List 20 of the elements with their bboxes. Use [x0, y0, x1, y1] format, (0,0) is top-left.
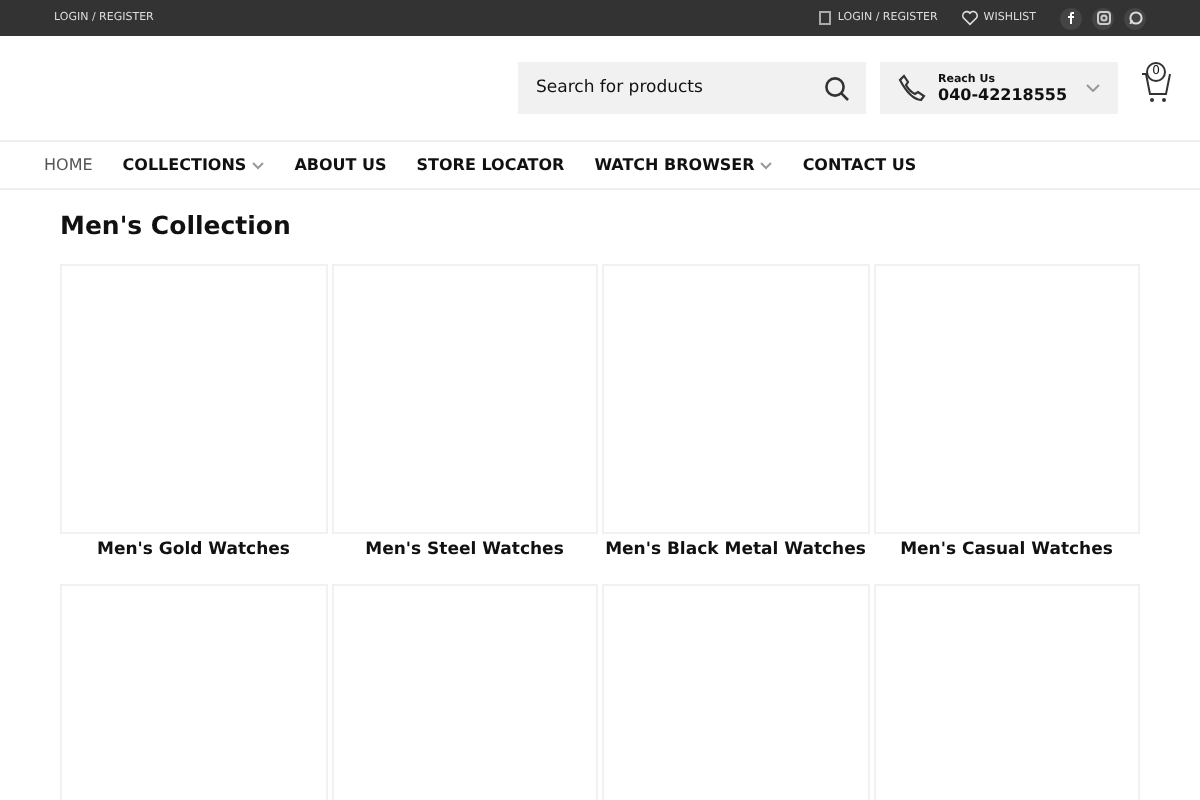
product-name[interactable]: Men's Steel Watches	[365, 540, 564, 560]
facebook-icon[interactable]	[1060, 7, 1082, 29]
page-title: Men's Collection	[60, 210, 293, 240]
heart-icon	[961, 10, 978, 26]
search-icon[interactable]	[824, 76, 850, 102]
nav-item[interactable]: HOME	[44, 156, 93, 174]
product-name[interactable]: Men's Casual Watches	[900, 540, 1113, 560]
nav-item[interactable]: ABOUT US	[294, 156, 387, 174]
instagram-icon[interactable]	[1092, 7, 1114, 29]
nav-item[interactable]: COLLECTIONS	[122, 156, 265, 174]
product-name[interactable]: Men's Black Metal Watches	[605, 540, 866, 560]
nav-item[interactable]: WATCH BROWSER	[594, 156, 773, 174]
whatsapp-icon[interactable]	[1124, 7, 1146, 29]
nav-item[interactable]: CONTACT US	[802, 156, 917, 174]
nav-item[interactable]: STORE LOCATOR	[416, 156, 565, 174]
phone-icon	[898, 74, 926, 102]
phone-number: 040-42218555	[938, 85, 1070, 103]
search-field[interactable]: Search for products	[518, 62, 866, 114]
caret-icon	[1086, 84, 1100, 92]
product-name[interactable]: Men's Gold Watches	[97, 540, 290, 560]
